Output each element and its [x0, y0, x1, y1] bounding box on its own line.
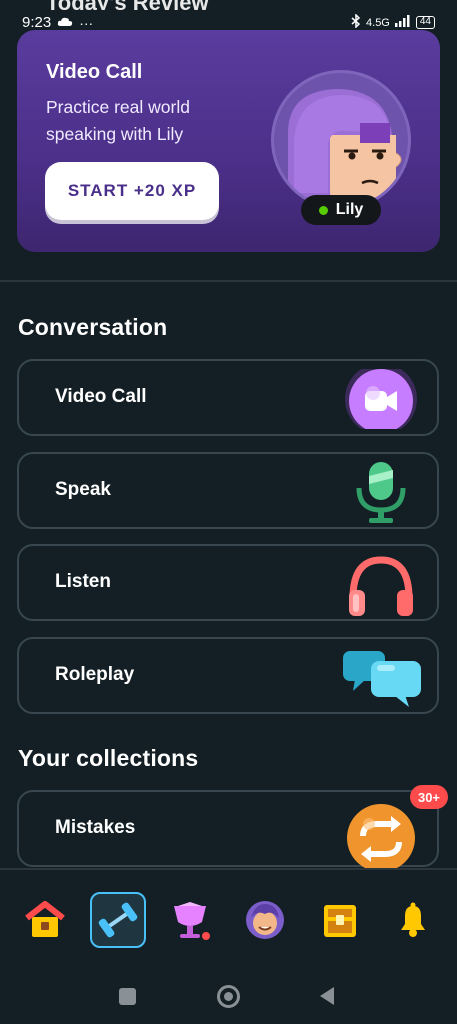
lily-name-tag: Lily	[301, 195, 381, 225]
dumbbell-icon	[98, 902, 138, 938]
collections-heading: Your collections	[18, 745, 199, 771]
nav-notifications[interactable]	[385, 892, 441, 948]
hero-subtitle: Practice real world speaking with Lily	[46, 97, 190, 144]
row-label: Video Call	[55, 386, 147, 407]
battery-icon: 44	[415, 16, 435, 29]
listen-row[interactable]: Listen	[17, 544, 439, 621]
section-divider	[0, 280, 457, 282]
nav-quests[interactable]	[312, 892, 368, 948]
start-button[interactable]: START +20 XP	[45, 162, 219, 220]
lily-avatar	[271, 70, 411, 210]
mistakes-count-badge: 30+	[410, 785, 448, 809]
row-label: Speak	[55, 479, 111, 500]
speak-row[interactable]: Speak	[17, 452, 439, 529]
roleplay-row[interactable]: Roleplay	[17, 637, 439, 714]
signal-icon	[394, 15, 411, 30]
bell-icon	[401, 902, 425, 937]
video-call-row[interactable]: Video Call	[17, 359, 439, 436]
row-label: Mistakes	[55, 817, 136, 838]
repeat-icon	[343, 802, 419, 872]
hero-title: Video Call	[46, 61, 143, 83]
row-label: Listen	[55, 571, 111, 592]
treasure-chest-icon	[324, 905, 356, 937]
trophy-icon	[174, 902, 210, 940]
system-navigation-bar	[0, 972, 457, 1024]
more-icon: ···	[79, 14, 94, 31]
bluetooth-icon	[351, 13, 361, 31]
video-camera-icon	[343, 363, 419, 435]
lily-character-icon	[288, 89, 402, 207]
nav-home[interactable]	[17, 892, 73, 948]
network-type: 4.5G	[366, 16, 390, 29]
nav-practice[interactable]	[90, 892, 146, 948]
row-label: Roleplay	[55, 664, 135, 685]
headphones-icon	[343, 554, 419, 616]
home-button[interactable]	[217, 985, 240, 1008]
chat-bubbles-icon	[343, 647, 421, 707]
back-button[interactable]	[318, 986, 336, 1011]
character-face-icon	[246, 901, 284, 939]
video-call-hero-card: Video Call Practice real world speaking …	[17, 30, 440, 252]
mistakes-row[interactable]: Mistakes	[17, 790, 439, 872]
recent-apps-button[interactable]	[119, 988, 136, 1005]
nav-characters[interactable]	[237, 892, 293, 948]
online-status-dot	[318, 205, 328, 215]
character-name: Lily	[335, 201, 364, 218]
status-time: 9:23	[22, 14, 52, 31]
bottom-navigation	[0, 868, 457, 972]
conversation-heading: Conversation	[18, 314, 168, 340]
microphone-icon	[343, 462, 419, 523]
cloud-icon	[57, 14, 73, 31]
nav-leagues[interactable]	[162, 892, 218, 948]
house-icon	[25, 901, 65, 937]
